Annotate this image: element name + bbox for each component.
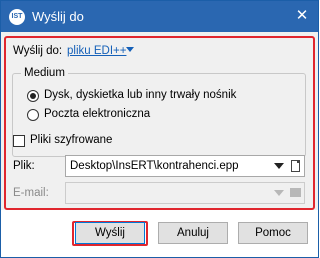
send-button[interactable]: Wyślij	[75, 222, 145, 244]
encrypted-files-label: Pliki szyfrowane	[30, 134, 113, 146]
send-to-dialog: IST Wyślij do ✕ Wyślij do: pliku EDI++ M…	[0, 0, 319, 258]
send-to-target-link[interactable]: pliku EDI++	[67, 45, 126, 57]
cancel-button[interactable]: Anuluj	[158, 222, 228, 244]
file-path-combobox[interactable]: Desktop\InsERT\kontrahenci.epp	[65, 155, 305, 177]
dialog-body: Wyślij do: pliku EDI++ Medium Dysk, dysk…	[1, 32, 318, 210]
radio-label: Dysk, dyskietka lub inny trwały nośnik	[44, 89, 237, 101]
title-bar: IST Wyślij do ✕	[1, 1, 318, 32]
dialog-footer: Wyślij Anuluj Pomoc	[1, 210, 318, 257]
help-button[interactable]: Pomoc	[238, 222, 308, 244]
medium-group-title: Medium	[21, 67, 68, 79]
send-to-label: Wyślij do:	[13, 45, 63, 57]
chevron-down-icon	[274, 190, 284, 196]
file-label: Plik:	[13, 160, 35, 172]
email-combobox[interactable]	[65, 182, 305, 204]
radio-button[interactable]	[27, 90, 39, 102]
radio-button[interactable]	[27, 109, 39, 121]
radio-label: Poczta elektroniczna	[44, 108, 151, 120]
chevron-down-icon[interactable]	[274, 163, 284, 169]
document-icon[interactable]	[291, 160, 300, 172]
mail-icon	[290, 188, 301, 197]
email-label: E-mail:	[13, 187, 49, 199]
file-path-value: Desktop\InsERT\kontrahenci.epp	[70, 160, 239, 172]
window-title: Wyślij do	[32, 9, 84, 24]
chevron-down-icon[interactable]	[126, 47, 134, 52]
app-logo-icon: IST	[9, 9, 25, 25]
encrypted-files-checkbox[interactable]	[13, 135, 25, 147]
close-icon[interactable]: ✕	[292, 6, 312, 26]
